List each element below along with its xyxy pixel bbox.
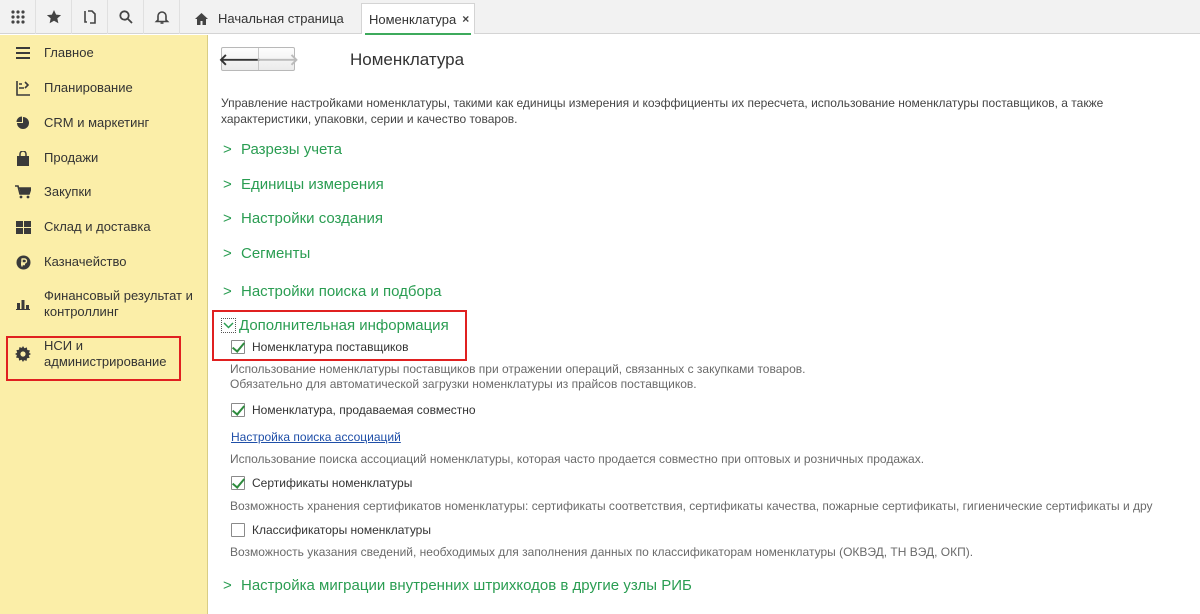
section-label: Настройки создания xyxy=(241,210,383,227)
tab-home-label: Начальная страница xyxy=(218,11,344,26)
chevron-right-icon: > xyxy=(223,210,232,227)
classifiers-checkbox-row[interactable]: Классификаторы номенклатуры xyxy=(231,523,431,537)
sidebar-item-crm[interactable]: CRM и маркетинг xyxy=(0,115,207,131)
section-label: Разрезы учета xyxy=(241,141,342,158)
option-description: Возможность указания сведений, необходим… xyxy=(230,545,974,559)
sidebar-item-planning[interactable]: Планирование xyxy=(0,80,207,96)
tab-nomenclature-label: Номенклатура xyxy=(369,11,457,27)
sidebar-item-financial-result[interactable]: Финансовый результат и контроллинг xyxy=(0,288,207,320)
section-search-settings[interactable]: > Настройки поиска и подбора xyxy=(223,283,442,300)
nav-buttons: 🡐 🡒 xyxy=(219,47,299,71)
sidebar: Главное Планирование CRM и маркетинг Про… xyxy=(0,35,208,614)
page-title: Номенклатура xyxy=(350,50,465,69)
sidebar-item-label: Склад и доставка xyxy=(44,219,151,234)
sidebar-item-label: Финансовый результат и контроллинг xyxy=(44,288,193,319)
section-accounting-dimensions[interactable]: > Разрезы учета xyxy=(223,141,342,158)
menu-lines-icon xyxy=(15,45,31,61)
bell-icon[interactable] xyxy=(144,0,180,34)
home-icon xyxy=(195,12,208,25)
sidebar-item-sales[interactable]: Продажи xyxy=(0,150,207,166)
sidebar-item-main[interactable]: Главное xyxy=(0,45,207,61)
highlight-frame-main xyxy=(212,310,467,361)
apps-grid-icon[interactable] xyxy=(0,0,36,34)
sold-together-checkbox[interactable] xyxy=(231,403,245,417)
chevron-right-icon: > xyxy=(223,141,232,158)
section-label: Единицы измерения xyxy=(241,176,384,193)
warehouse-grid-icon xyxy=(15,219,31,235)
sold-together-checkbox-row[interactable]: Номенклатура, продаваемая совместно xyxy=(231,403,476,417)
option-description: Возможность хранения сертификатов номенк… xyxy=(230,499,1153,513)
tab-nomenclature[interactable]: Номенклатура × xyxy=(361,3,475,35)
sidebar-item-treasury[interactable]: Казначейство xyxy=(0,254,207,270)
option-description: Обязательно для автоматической загрузки … xyxy=(230,377,697,391)
association-search-settings-link[interactable]: Настройка поиска ассоциаций xyxy=(231,430,401,444)
bar-chart-icon xyxy=(15,296,31,312)
chevron-right-icon: > xyxy=(223,176,232,193)
sidebar-item-warehouse[interactable]: Склад и доставка xyxy=(0,219,207,235)
section-segments[interactable]: > Сегменты xyxy=(223,245,310,262)
ruble-coin-icon xyxy=(15,254,31,270)
chevron-right-icon: > xyxy=(223,577,232,594)
forward-button[interactable]: 🡒 xyxy=(256,48,299,70)
main-content: 🡐 🡒 Номенклатура Управление настройками … xyxy=(209,35,1200,614)
page-description: Управление настройками номенклатуры, так… xyxy=(221,96,1104,126)
tab-home[interactable]: Начальная страница xyxy=(186,3,356,34)
highlight-frame-sidebar xyxy=(6,336,181,381)
sidebar-item-purchases[interactable]: Закупки xyxy=(0,184,207,200)
option-description: Использование номенклатуры поставщиков п… xyxy=(230,362,806,376)
classifiers-checkbox[interactable] xyxy=(231,523,245,537)
sidebar-item-label: Закупки xyxy=(44,184,92,199)
back-button[interactable]: 🡐 xyxy=(219,48,261,70)
sidebar-item-label: Планирование xyxy=(44,80,133,95)
search-icon[interactable] xyxy=(108,0,144,34)
sidebar-item-label: CRM и маркетинг xyxy=(44,115,150,130)
section-label: Настройка миграции внутренних штрихкодов… xyxy=(241,577,692,594)
sidebar-item-label: Главное xyxy=(44,45,94,60)
checkbox-label: Сертификаты номенклатуры xyxy=(252,476,413,490)
close-tab-icon[interactable]: × xyxy=(462,12,469,26)
section-units[interactable]: > Единицы измерения xyxy=(223,176,384,193)
chevron-right-icon: > xyxy=(223,245,232,262)
history-icon[interactable] xyxy=(72,0,108,34)
sidebar-item-label: Продажи xyxy=(44,150,99,165)
chevron-right-icon: > xyxy=(223,283,232,300)
certificates-checkbox[interactable] xyxy=(231,476,245,490)
planning-icon xyxy=(15,80,31,96)
sidebar-item-label: Казначейство xyxy=(44,254,127,269)
star-icon[interactable] xyxy=(36,0,72,34)
certificates-checkbox-row[interactable]: Сертификаты номенклатуры xyxy=(231,476,412,490)
checkbox-label: Классификаторы номенклатуры xyxy=(252,523,431,537)
shopping-bag-icon xyxy=(15,150,31,166)
section-label: Сегменты xyxy=(241,245,311,262)
section-creation-settings[interactable]: > Настройки создания xyxy=(223,210,383,227)
option-description: Использование поиска ассоциаций номенкла… xyxy=(230,452,925,466)
cart-icon xyxy=(15,184,31,200)
section-barcode-migration[interactable]: > Настройка миграции внутренних штрихкод… xyxy=(223,577,692,594)
pie-chart-icon xyxy=(15,115,31,131)
checkbox-label: Номенклатура, продаваемая совместно xyxy=(252,403,476,417)
section-label: Настройки поиска и подбора xyxy=(241,283,442,300)
top-bar: Начальная страница Номенклатура × xyxy=(0,0,1200,35)
